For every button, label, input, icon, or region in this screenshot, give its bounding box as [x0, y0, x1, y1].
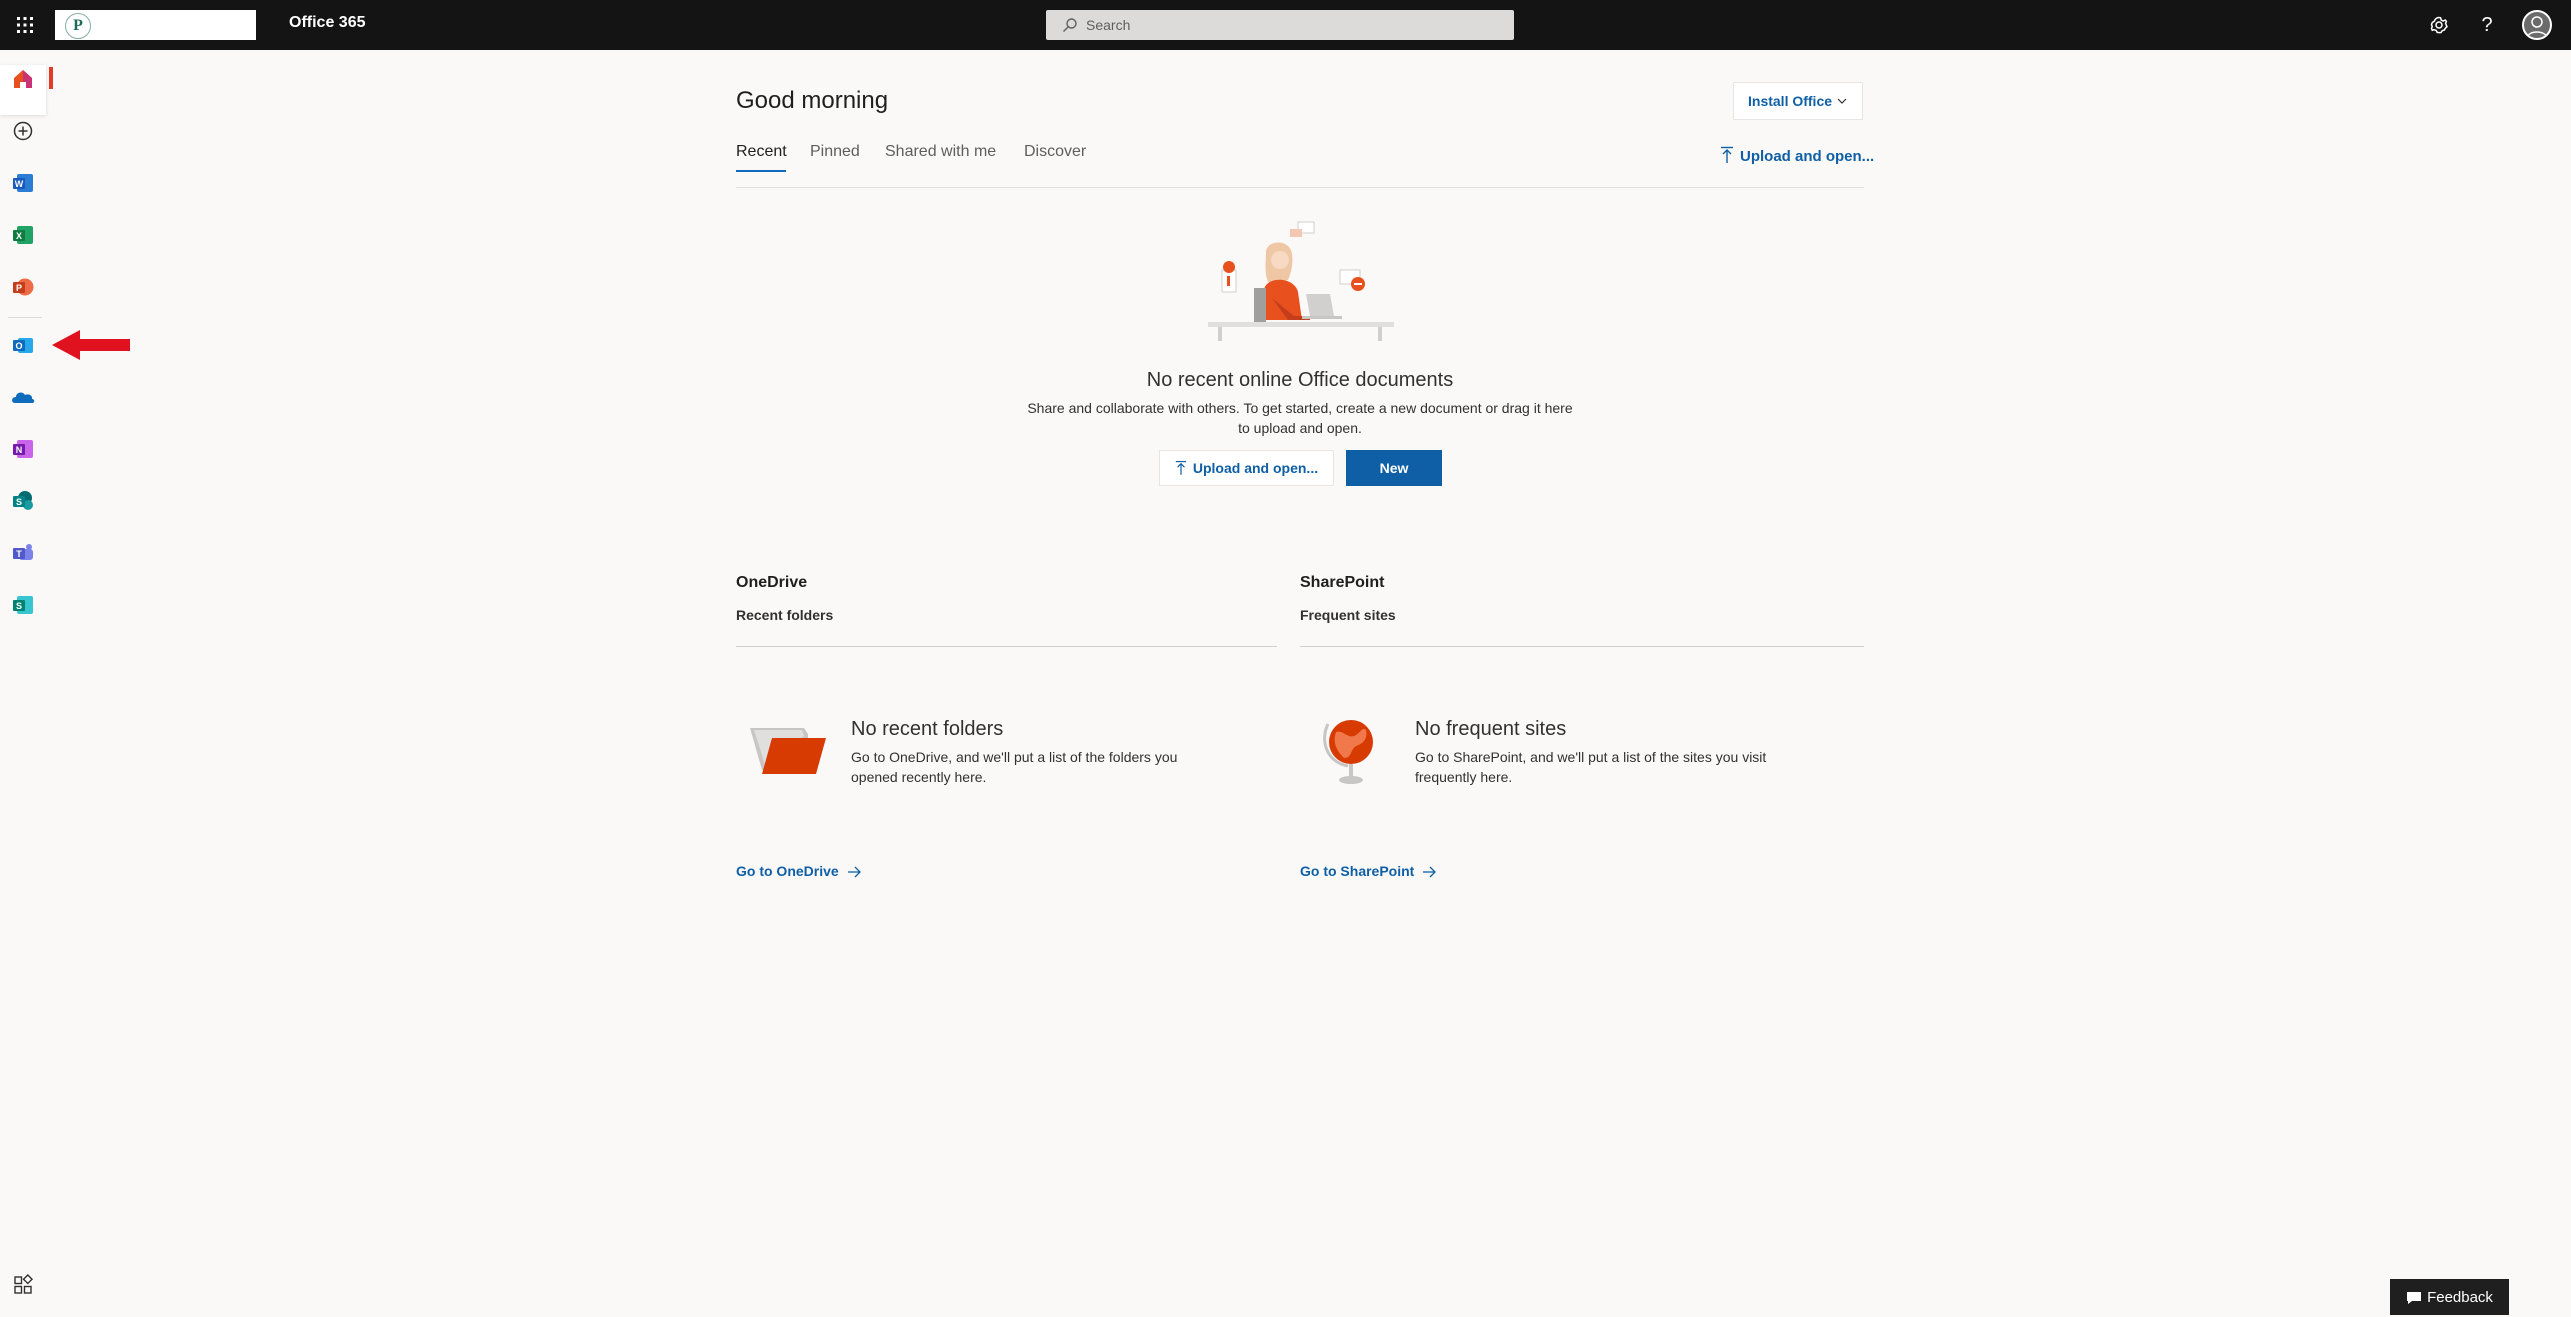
new-document-button[interactable]: New	[1346, 450, 1442, 486]
rail-divider	[8, 317, 42, 318]
sway-icon: S	[13, 596, 33, 614]
go-to-onedrive-link[interactable]: Go to OneDrive	[736, 863, 861, 879]
upload-icon	[1721, 146, 1733, 163]
upload-button-label: Upload and open...	[1192, 460, 1319, 476]
no-frequent-sites-description: Go to SharePoint, and we'll put a list o…	[1415, 747, 1766, 787]
tab-discover[interactable]: Discover	[1024, 143, 1086, 161]
install-office-label: Install Office	[1748, 93, 1833, 109]
arrow-right-icon	[847, 866, 861, 878]
onedrive-icon	[12, 392, 35, 403]
search-input[interactable]	[1086, 10, 1486, 40]
chevron-down-icon	[1837, 98, 1847, 104]
svg-text:O: O	[15, 341, 22, 351]
avatar[interactable]	[2522, 10, 2552, 40]
go-to-sharepoint-link[interactable]: Go to SharePoint	[1300, 863, 1437, 879]
search-icon	[1063, 18, 1077, 32]
go-to-sharepoint-label: Go to SharePoint	[1300, 863, 1415, 879]
search-box[interactable]	[1046, 10, 1514, 40]
sharepoint-title: SharePoint	[1300, 574, 1385, 591]
help-icon[interactable]: ?	[2474, 12, 2500, 38]
tab-pinned[interactable]: Pinned	[810, 143, 860, 161]
svg-text:P: P	[16, 283, 22, 293]
upload-and-open-label: Upload and open...	[1740, 148, 1875, 165]
svg-text:X: X	[16, 231, 22, 241]
svg-text:S: S	[16, 601, 22, 611]
outlook-icon: O	[13, 338, 33, 353]
rail-item-sway[interactable]: S	[8, 590, 38, 620]
rail-item-teams[interactable]: T	[8, 538, 38, 568]
sharepoint-empty-line-1: Go to SharePoint, and we'll put a list o…	[1415, 749, 1767, 765]
page-title: Good morning	[736, 87, 889, 114]
waffle-icon[interactable]	[12, 12, 38, 38]
tab-recent[interactable]: Recent	[736, 143, 787, 161]
sharepoint-empty-line-2: frequently here.	[1415, 769, 1513, 785]
sharepoint-divider	[1300, 646, 1864, 647]
onedrive-title: OneDrive	[736, 574, 808, 591]
powerpoint-icon: P	[13, 278, 34, 296]
gear-icon[interactable]	[2426, 12, 2452, 38]
empty-state-title: No recent online Office documents	[1146, 369, 1454, 391]
upload-icon	[1175, 460, 1187, 475]
no-frequent-sites-title: No frequent sites	[1415, 718, 1567, 740]
sharepoint-subtitle: Frequent sites	[1300, 607, 1396, 623]
home-icon	[14, 70, 32, 88]
onedrive-subtitle: Recent folders	[736, 607, 834, 623]
go-to-onedrive-label: Go to OneDrive	[736, 863, 839, 879]
rail-item-create[interactable]	[8, 116, 38, 146]
tab-shared-with-me[interactable]: Shared with me	[885, 143, 996, 161]
arrow-right-icon	[1423, 866, 1437, 878]
tab-active-underline	[736, 170, 786, 172]
excel-icon: X	[13, 226, 33, 244]
rail-item-word[interactable]: W	[8, 168, 38, 198]
upload-and-open-button[interactable]: Upload and open...	[1159, 450, 1334, 486]
app-launcher-icon[interactable]	[12, 1274, 34, 1296]
annotation-arrow-icon	[52, 330, 130, 360]
onedrive-empty-line-1: Go to OneDrive, and we'll put a list of …	[851, 749, 1178, 765]
tabs-divider	[736, 187, 1864, 188]
org-logo[interactable]: P	[55, 10, 256, 40]
rail-item-outlook[interactable]: O	[8, 330, 38, 360]
app-title[interactable]: Office 365	[289, 14, 365, 32]
chat-icon	[2407, 1291, 2422, 1304]
rail-item-home[interactable]	[8, 64, 38, 94]
rail-item-onenote[interactable]: N	[8, 434, 38, 464]
rail-item-onedrive[interactable]	[8, 382, 38, 412]
svg-text:N: N	[16, 445, 23, 455]
globe-icon	[1323, 720, 1373, 784]
rail-item-excel[interactable]: X	[8, 220, 38, 250]
folder-icon	[750, 728, 826, 774]
person-icon	[2526, 16, 2548, 38]
svg-text:W: W	[15, 179, 24, 189]
no-recent-folders-title: No recent folders	[851, 718, 1004, 740]
rail-item-sharepoint[interactable]: S	[8, 486, 38, 516]
feedback-button[interactable]: Feedback	[2390, 1279, 2509, 1315]
feedback-label: Feedback	[2427, 1288, 2493, 1306]
active-indicator	[49, 67, 53, 89]
svg-text:S: S	[16, 497, 22, 507]
install-office-button[interactable]: Install Office	[1733, 82, 1863, 120]
rail-item-powerpoint[interactable]: P	[8, 272, 38, 302]
no-recent-folders-description: Go to OneDrive, and we'll put a list of …	[851, 747, 1177, 787]
top-bar: P Office 365 ?	[0, 0, 2571, 50]
teams-icon: T	[13, 544, 33, 560]
upload-and-open-link[interactable]: Upload and open...	[1720, 146, 1874, 165]
empty-state-description: Share and collaborate with others. To ge…	[1010, 398, 1590, 438]
empty-description-line-1: Share and collaborate with others. To ge…	[1027, 400, 1573, 416]
word-icon: W	[13, 174, 33, 192]
empty-description-line-2: to upload and open.	[1238, 420, 1362, 436]
onedrive-empty-line-2: opened recently here.	[851, 769, 987, 785]
onedrive-divider	[736, 646, 1277, 647]
onenote-icon: N	[13, 440, 33, 458]
empty-documents-illustration	[1208, 221, 1394, 341]
svg-text:T: T	[16, 549, 22, 559]
org-logo-mark: P	[65, 13, 91, 39]
sharepoint-icon: S	[13, 491, 33, 510]
plus-circle-icon	[13, 121, 33, 141]
